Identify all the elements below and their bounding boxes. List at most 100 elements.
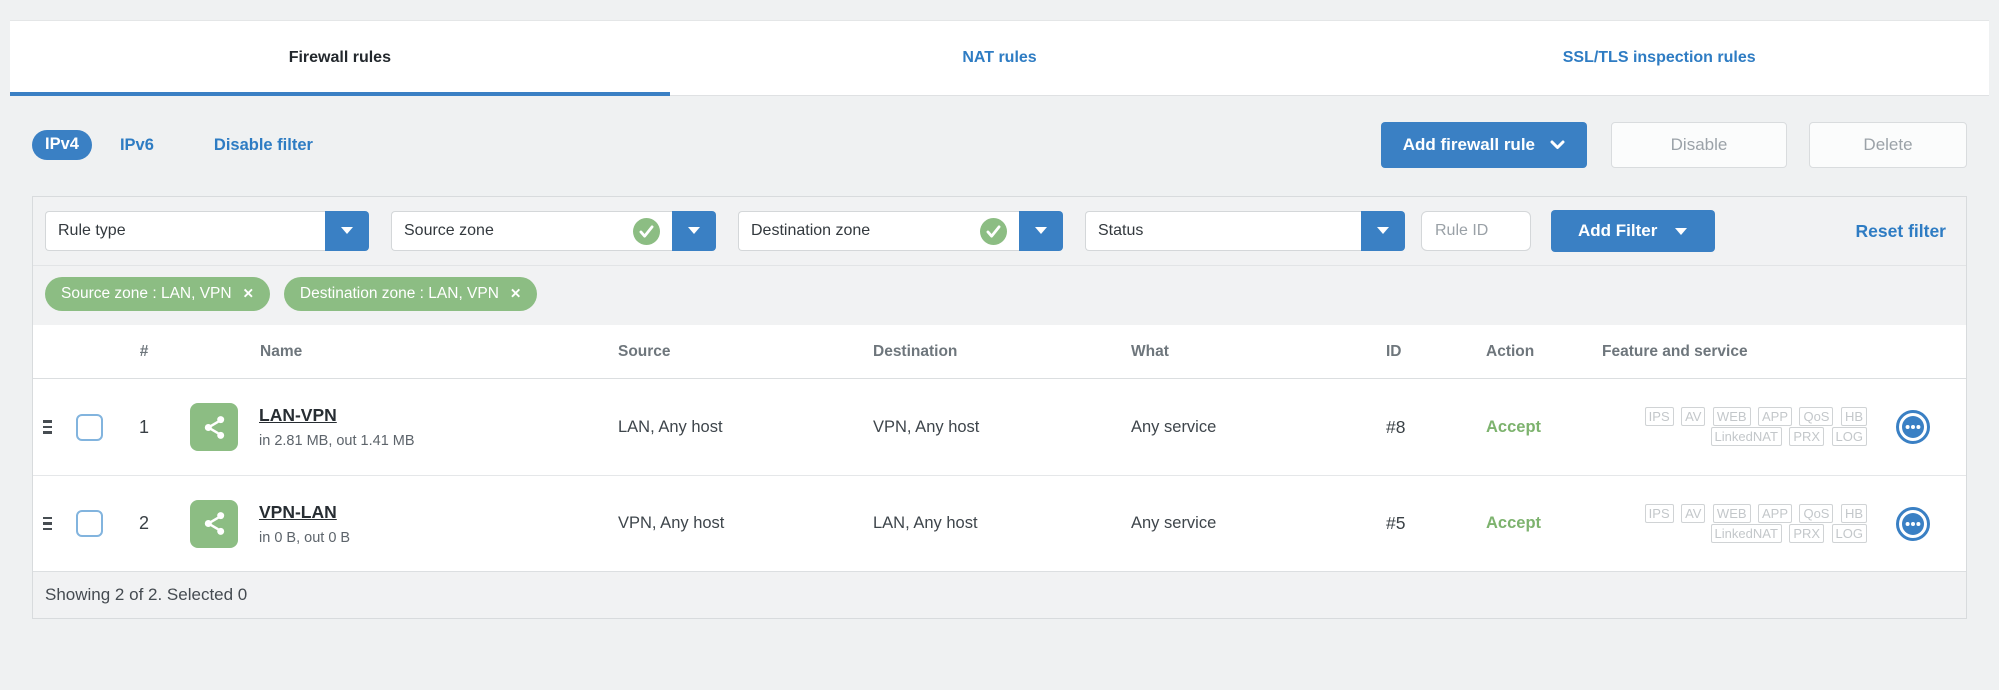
tab-label: NAT rules — [962, 49, 1037, 66]
tab-firewall-rules[interactable]: Firewall rules — [10, 21, 670, 96]
prx-badge: PRX — [1789, 427, 1825, 446]
close-icon[interactable]: ✕ — [243, 287, 254, 301]
feature-badges: IPS AV WEB APP QoS HB LinkedNAT PRX LOG — [1615, 503, 1867, 544]
add-firewall-rule-button[interactable]: Add firewall rule — [1380, 122, 1587, 168]
drag-handle-icon[interactable] — [33, 514, 63, 534]
row-number: 1 — [138, 416, 149, 437]
feature-and-service-cell: IPS AV WEB APP QoS HB LinkedNAT PRX LOG — [1600, 503, 1966, 544]
status-dropdown[interactable]: Status — [1085, 211, 1405, 251]
share-icon[interactable] — [190, 499, 238, 548]
active-filter-chips: Source zone : LAN, VPN ✕ Destination zon… — [33, 266, 1966, 325]
feature-badges: IPS AV WEB APP QoS HB LinkedNAT PRX LOG — [1615, 407, 1867, 447]
rule-id-input[interactable] — [1421, 211, 1531, 251]
status-dropdown-button[interactable] — [1361, 211, 1405, 251]
linkednat-badge: LinkedNAT — [1710, 427, 1782, 446]
row-checkbox[interactable] — [75, 413, 103, 441]
feature-and-service-cell: IPS AV WEB APP QoS HB LinkedNAT PRX LOG — [1600, 407, 1966, 447]
web-badge: WEB — [1712, 503, 1751, 523]
destination-zone-label: Destination zone — [751, 222, 871, 239]
add-filter-button[interactable]: Add Filter — [1551, 210, 1716, 252]
status-field[interactable]: Status — [1085, 211, 1361, 251]
av-badge: AV — [1681, 407, 1706, 426]
rule-id: #5 — [1386, 513, 1406, 533]
ipv6-toggle[interactable]: IPv6 — [120, 136, 154, 155]
row-checkbox-cell — [63, 413, 115, 441]
ipv4-toggle[interactable]: IPv4 — [32, 130, 92, 160]
hb-badge: HB — [1840, 407, 1867, 426]
filter-chip-source-zone[interactable]: Source zone : LAN, VPN ✕ — [45, 277, 270, 311]
header-number: # — [139, 342, 149, 360]
table-header: # Name Source Destination What ID Action… — [33, 325, 1966, 379]
rule-traffic: in 0 B, out 0 B — [259, 529, 351, 546]
qos-badge: QoS — [1799, 407, 1834, 426]
tab-label: SSL/TLS inspection rules — [1562, 49, 1756, 66]
rule-source: VPN, Any host — [618, 514, 725, 532]
header-what: What — [1131, 342, 1169, 360]
rule-type-dropdown[interactable]: Rule type — [45, 211, 369, 251]
qos-badge: QoS — [1799, 503, 1834, 523]
rule-what: Any service — [1131, 514, 1217, 532]
destination-zone-dropdown-button[interactable] — [1019, 211, 1063, 251]
source-zone-dropdown-button[interactable] — [672, 211, 716, 251]
chevron-down-icon — [1550, 135, 1565, 155]
source-zone-field[interactable]: Source zone — [391, 211, 672, 251]
source-zone-dropdown[interactable]: Source zone — [391, 211, 716, 251]
rule-name-cell: VPN-LAN in 0 B, out 0 B — [173, 499, 616, 548]
app-badge: APP — [1758, 503, 1793, 523]
badge-line-2: LinkedNAT PRX LOG — [1615, 523, 1867, 544]
log-badge: LOG — [1831, 523, 1867, 543]
share-icon[interactable] — [190, 403, 238, 451]
destination-zone-field[interactable]: Destination zone — [738, 211, 1019, 251]
chevron-down-icon — [1034, 222, 1048, 240]
add-firewall-rule-label: Add firewall rule — [1402, 135, 1535, 154]
rule-type-field[interactable]: Rule type — [45, 211, 325, 251]
badge-line-1: IPS AV WEB APP QoS HB — [1615, 407, 1867, 427]
destination-zone-dropdown[interactable]: Destination zone — [738, 211, 1063, 251]
rule-name-link[interactable]: VPN-LAN — [259, 502, 350, 523]
ips-badge: IPS — [1644, 503, 1674, 523]
ips-badge: IPS — [1644, 407, 1674, 426]
filter-chip-destination-zone[interactable]: Destination zone : LAN, VPN ✕ — [283, 277, 538, 311]
disable-filter-link[interactable]: Disable filter — [214, 136, 313, 155]
tab-label: Firewall rules — [288, 49, 391, 66]
ellipsis-menu-icon[interactable] — [1895, 506, 1931, 542]
rule-type-dropdown-button[interactable] — [325, 211, 369, 251]
check-circle-icon — [633, 217, 660, 245]
close-icon[interactable]: ✕ — [510, 287, 521, 301]
ellipsis-menu-icon[interactable] — [1895, 409, 1931, 445]
hb-badge: HB — [1840, 503, 1867, 523]
row-checkbox-cell — [63, 510, 115, 537]
linkednat-badge: LinkedNAT — [1710, 523, 1782, 543]
rule-traffic: in 2.81 MB, out 1.41 MB — [259, 433, 415, 449]
rule-destination: VPN, Any host — [873, 417, 980, 436]
row-number: 2 — [138, 513, 149, 533]
toolbar: IPv4 IPv6 Disable filter Add firewall ru… — [32, 122, 1967, 168]
status-label: Status — [1098, 222, 1144, 239]
rule-destination: LAN, Any host — [873, 514, 978, 532]
drag-handle-icon[interactable] — [33, 417, 63, 437]
badge-line-2: LinkedNAT PRX LOG — [1615, 427, 1867, 447]
tab-ssl-tls-inspection-rules[interactable]: SSL/TLS inspection rules — [1329, 21, 1989, 95]
chevron-down-icon — [687, 222, 701, 240]
rule-name-block: LAN-VPN in 2.81 MB, out 1.41 MB — [259, 405, 415, 449]
rule-action: Accept — [1486, 514, 1542, 532]
rule-type-label: Rule type — [58, 222, 126, 239]
header-action: Action — [1486, 342, 1535, 360]
reset-filter-link[interactable]: Reset filter — [1856, 221, 1946, 242]
disable-button[interactable]: Disable — [1611, 122, 1787, 168]
source-zone-label: Source zone — [404, 222, 494, 239]
rule-id: #8 — [1386, 416, 1406, 437]
header-destination: Destination — [873, 342, 958, 360]
tab-nat-rules[interactable]: NAT rules — [670, 21, 1330, 95]
header-name: Name — [260, 342, 303, 360]
web-badge: WEB — [1712, 407, 1751, 426]
rule-what: Any service — [1131, 417, 1217, 436]
av-badge: AV — [1681, 503, 1706, 523]
row-checkbox[interactable] — [75, 510, 103, 537]
chevron-down-icon — [340, 222, 354, 240]
delete-button[interactable]: Delete — [1809, 122, 1967, 168]
badge-line-1: IPS AV WEB APP QoS HB — [1615, 503, 1867, 524]
header-feature-and-service: Feature and service — [1602, 342, 1748, 360]
rule-name-link[interactable]: LAN-VPN — [259, 405, 415, 426]
filter-chip-label: Destination zone : LAN, VPN — [299, 285, 499, 302]
